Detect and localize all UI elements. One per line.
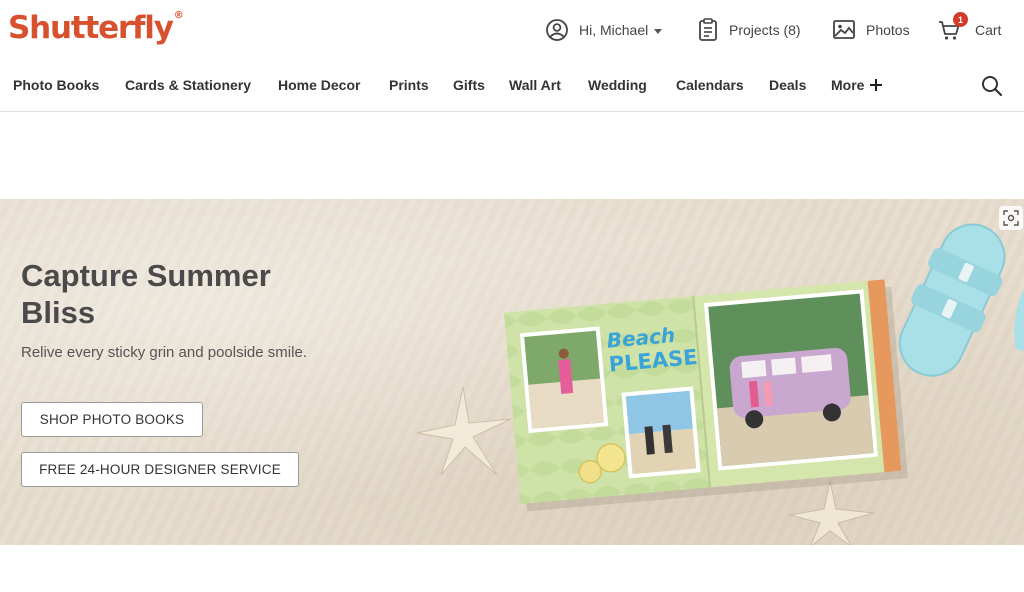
plus-icon: [870, 79, 883, 91]
nav-deals[interactable]: Deals: [769, 77, 806, 93]
designer-service-button[interactable]: FREE 24-HOUR DESIGNER SERVICE: [21, 452, 299, 487]
starfish-left: [416, 386, 512, 476]
account-greeting: Hi, Michael: [579, 22, 649, 38]
hero-subtitle: Relive every sticky grin and poolside sm…: [21, 344, 307, 361]
nav-more[interactable]: More: [831, 77, 883, 93]
shop-photo-books-button[interactable]: SHOP PHOTO BOOKS: [21, 402, 203, 437]
user-circle-icon: [545, 18, 569, 42]
nav-more-label: More: [831, 77, 865, 93]
starfish-right: [789, 480, 875, 545]
nav-cards-stationery[interactable]: Cards & Stationery: [125, 77, 251, 93]
photos-link[interactable]: Photos: [832, 17, 910, 43]
nav-calendars[interactable]: Calendars: [676, 77, 744, 93]
sandal: [898, 223, 1006, 377]
projects-link[interactable]: Projects (8): [697, 17, 801, 43]
account-menu[interactable]: Hi, Michael: [545, 17, 663, 43]
projects-label: Projects (8): [729, 22, 801, 38]
cart-link[interactable]: 1 Cart: [937, 12, 1002, 43]
cart-icon: 1: [937, 12, 968, 42]
main-nav: Photo Books Cards & Stationery Home Deco…: [0, 62, 1024, 112]
search-icon[interactable]: [980, 74, 1004, 98]
chevron-down-icon: [654, 28, 663, 34]
cart-count-badge: 1: [953, 12, 968, 27]
shutterfly-logo[interactable]: Shutterfly®: [8, 10, 184, 46]
nav-wall-art[interactable]: Wall Art: [509, 77, 561, 93]
nav-wedding[interactable]: Wedding: [588, 77, 647, 93]
hero-title: Capture Summer Bliss: [21, 258, 271, 330]
top-bar: Shutterfly® Hi, Michael Projects (8) Pho…: [0, 0, 1024, 62]
nav-home-decor[interactable]: Home Decor: [278, 77, 360, 93]
cart-label: Cart: [975, 22, 1002, 38]
photos-label: Photos: [866, 22, 910, 38]
hero-image: Beach PLEASE: [416, 223, 1024, 545]
nav-gifts[interactable]: Gifts: [453, 77, 485, 93]
nav-photo-books[interactable]: Photo Books: [13, 77, 99, 93]
nav-prints[interactable]: Prints: [389, 77, 429, 93]
clipboard-icon: [697, 18, 719, 42]
hero-banner: Beach PLEASE Capture Summer Bliss Relive…: [0, 199, 1024, 545]
image-icon: [832, 19, 856, 41]
photo-book: Beach PLEASE: [503, 279, 908, 512]
visual-search-icon[interactable]: [999, 206, 1023, 230]
